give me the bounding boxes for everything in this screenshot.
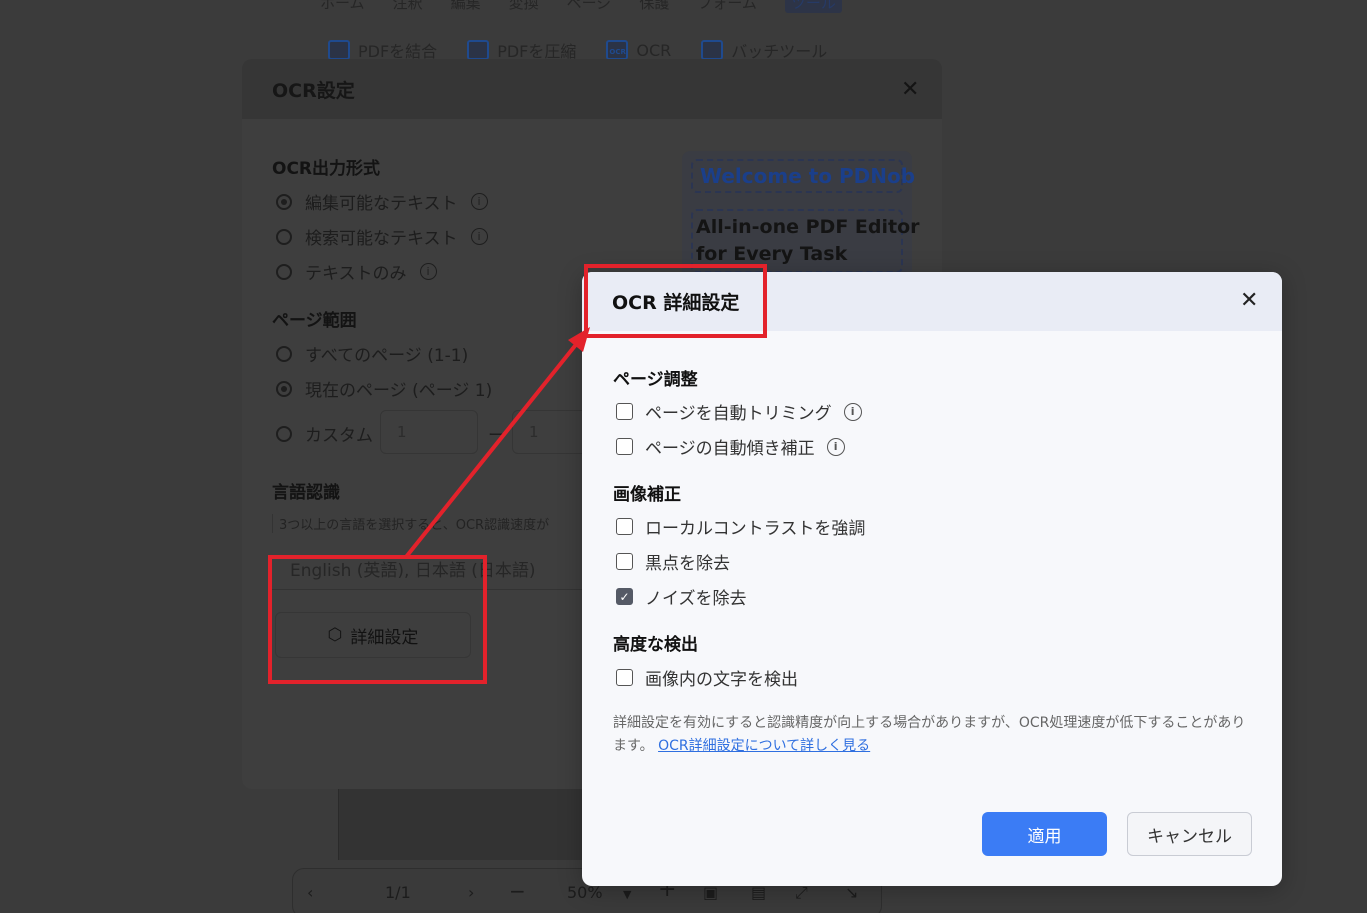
radio-button[interactable]: [276, 193, 292, 210]
prev-page-icon[interactable]: ‹: [307, 883, 313, 902]
radio-label: テキストのみ: [305, 264, 407, 284]
radio-label: 編集可能なテキスト: [305, 194, 458, 214]
radio-button[interactable]: [276, 380, 292, 397]
checkbox-remove-noise[interactable]: ✓ ノイズを除去: [616, 584, 747, 609]
range-dash: ー: [488, 426, 505, 446]
language-title: 言語認識: [272, 483, 340, 503]
checkbox-label: ローカルコントラストを強調: [645, 519, 866, 539]
menu-protect[interactable]: 保護: [639, 0, 669, 13]
menu-page[interactable]: ページ: [567, 0, 612, 13]
menu-annotate[interactable]: 注釈: [393, 0, 423, 13]
next-page-icon[interactable]: ›: [468, 883, 474, 902]
menu-home[interactable]: ホーム: [320, 0, 365, 13]
radio-label: 検索可能なテキスト: [305, 229, 458, 249]
output-format-title: OCR出力形式: [272, 159, 381, 179]
custom-from-input[interactable]: 1: [380, 410, 478, 454]
checkbox-label: ページの自動傾き補正: [645, 439, 815, 459]
checkbox-remove-black-dots[interactable]: 黒点を除去: [616, 549, 730, 574]
menu-form[interactable]: フォーム: [697, 0, 757, 13]
radio-button[interactable]: [276, 263, 292, 280]
zoom-dropdown-icon[interactable]: ▼: [623, 888, 631, 901]
checkbox[interactable]: [616, 438, 633, 455]
merge-icon: [328, 40, 350, 60]
ocr-dialog-title: OCR設定: [242, 59, 942, 119]
ocr-icon: OCR: [606, 40, 629, 60]
checkbox[interactable]: [616, 669, 633, 686]
menu-tools[interactable]: ツール: [784, 0, 842, 13]
batch-icon: [701, 40, 724, 60]
preview-line-1: All-in-one PDF Editor: [696, 216, 920, 238]
highlight-advanced-title: [584, 264, 767, 338]
checkbox-checked[interactable]: ✓: [616, 588, 633, 605]
radio-label: すべてのページ (1-1): [305, 346, 469, 366]
learn-more-link[interactable]: OCR詳細設定について詳しく見る: [658, 738, 870, 754]
info-icon[interactable]: i: [470, 228, 488, 245]
checkbox[interactable]: [616, 553, 633, 570]
checkbox-auto-crop[interactable]: ページを自動トリミング i: [616, 399, 862, 424]
section-image-correction: 画像補正: [613, 485, 681, 505]
zoom-out-button[interactable]: −: [509, 879, 526, 903]
section-page-adjust: ページ調整: [613, 370, 698, 390]
close-icon[interactable]: ✕: [1240, 288, 1258, 313]
info-icon[interactable]: i: [470, 193, 488, 210]
checkbox[interactable]: [616, 403, 633, 420]
info-icon[interactable]: i: [826, 437, 845, 456]
radio-text-only[interactable]: テキストのみ i: [276, 259, 437, 284]
radio-label: カスタム: [305, 426, 373, 446]
radio-button[interactable]: [276, 425, 292, 442]
custom-to-input[interactable]: 1: [512, 410, 592, 454]
radio-searchable-text[interactable]: 検索可能なテキスト i: [276, 224, 488, 249]
menu-convert[interactable]: 変換: [509, 0, 539, 13]
checkbox-auto-deskew[interactable]: ページの自動傾き補正 i: [616, 434, 845, 459]
ocr-advanced-dialog: OCR 詳細設定 ✕ ページ調整 ページを自動トリミング i ページの自動傾き補…: [582, 272, 1282, 886]
checkbox-detect-text-in-images[interactable]: 画像内の文字を検出: [616, 665, 798, 690]
radio-all-pages[interactable]: すべてのページ (1-1): [276, 341, 468, 366]
apply-button[interactable]: 適用: [982, 812, 1107, 856]
language-hint: 3つ以上の言語を選択すると、OCR認識速度が: [272, 514, 549, 533]
checkbox-label: ページを自動トリミング: [645, 404, 832, 424]
close-icon[interactable]: ✕: [901, 77, 919, 102]
radio-label: 現在のページ (ページ 1): [305, 381, 493, 401]
checkbox[interactable]: [616, 518, 633, 535]
fullscreen-icon[interactable]: ⤢: [795, 883, 808, 903]
preview-heading: Welcome to PDNob: [691, 159, 915, 193]
checkbox-label: 画像内の文字を検出: [645, 670, 798, 690]
tool-ocr-label: OCR: [636, 40, 672, 60]
cancel-button[interactable]: キャンセル: [1127, 812, 1252, 856]
compress-icon: [467, 40, 490, 60]
radio-button[interactable]: [276, 345, 292, 362]
radio-custom[interactable]: カスタム: [276, 421, 373, 446]
ocr-preview: Welcome to PDNob All-in-one PDF Editor f…: [682, 151, 920, 281]
checkbox-label: 黒点を除去: [645, 554, 730, 574]
radio-current-page[interactable]: 現在のページ (ページ 1): [276, 376, 492, 401]
radio-button[interactable]: [276, 228, 292, 245]
main-menu: ホーム 注釈 編集 変換 ページ 保護 フォーム ツール: [320, 0, 842, 13]
menu-edit[interactable]: 編集: [451, 0, 481, 13]
checkbox-label: ノイズを除去: [645, 589, 747, 609]
advanced-note: 詳細設定を有効にすると認識精度が向上する場合がありますが、OCR処理速度が低下す…: [613, 712, 1253, 758]
checkbox-local-contrast[interactable]: ローカルコントラストを強調: [616, 514, 865, 539]
page-range-title: ページ範囲: [272, 311, 357, 331]
info-icon[interactable]: i: [419, 263, 437, 280]
page-indicator[interactable]: 1/1: [385, 883, 411, 902]
radio-editable-text[interactable]: 編集可能なテキスト i: [276, 189, 488, 214]
info-icon[interactable]: i: [843, 402, 862, 421]
section-advanced-detection: 高度な検出: [613, 635, 698, 655]
highlight-advanced-button: [268, 555, 487, 684]
